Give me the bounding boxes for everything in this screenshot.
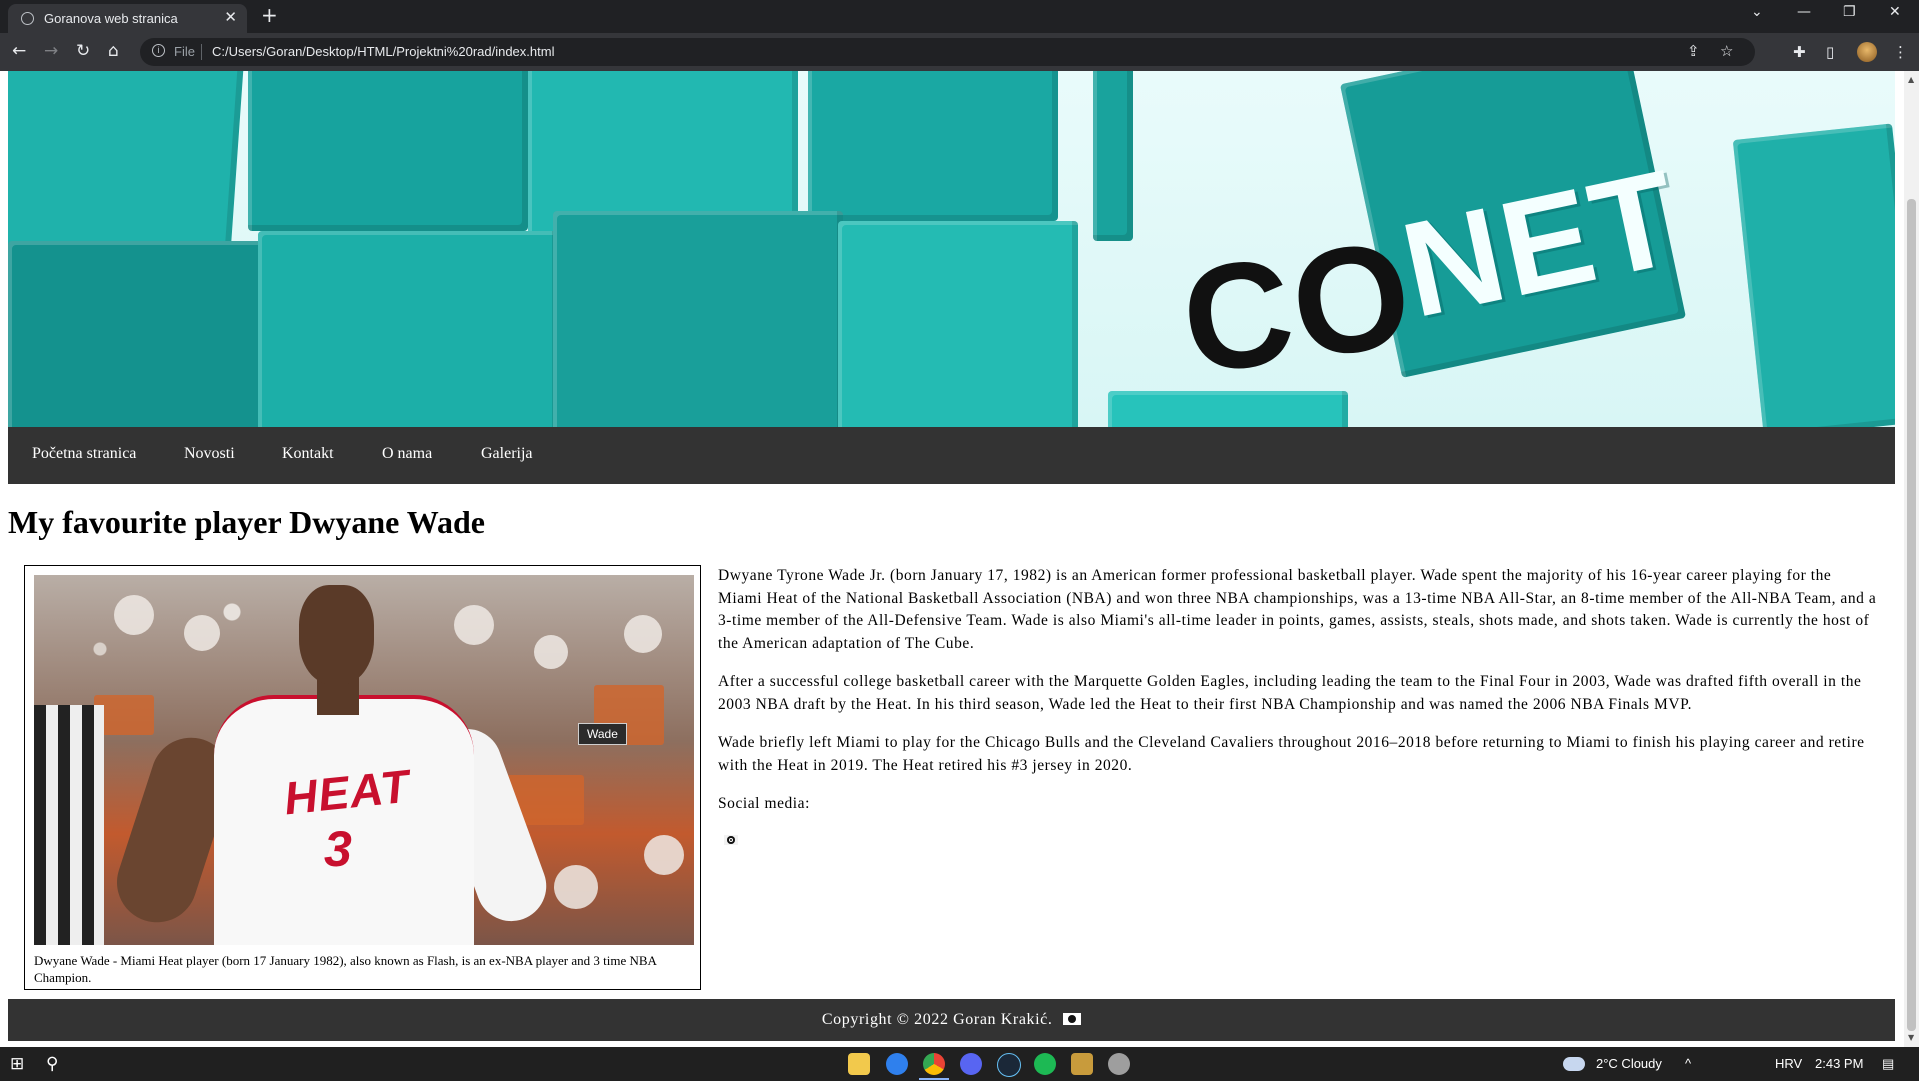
page-viewport: CO NET Početna stranica Novosti Kontakt … — [0, 71, 1904, 1047]
banner-cube — [553, 211, 843, 427]
banner-cube — [8, 71, 246, 251]
browser-tab-strip: Goranova web stranica ✕ + ⌄ — ❐ ✕ — [0, 0, 1919, 33]
tab-close-icon[interactable]: ✕ — [224, 8, 237, 26]
jersey-number: 3 — [324, 821, 352, 877]
reload-button[interactable]: ↻ — [76, 41, 90, 61]
crowd-spectator — [114, 595, 154, 635]
clock-time[interactable]: 2:43 PM — [1815, 1055, 1863, 1073]
home-button[interactable]: ⌂ — [108, 41, 119, 61]
main-navigation: Početna stranica Novosti Kontakt O nama … — [8, 427, 1895, 484]
crowd-spectator — [454, 605, 494, 645]
nav-link-about[interactable]: O nama — [382, 445, 432, 463]
banner-cube — [808, 71, 1058, 221]
chrome-icon[interactable] — [923, 1053, 945, 1075]
forward-button[interactable]: → — [44, 41, 58, 61]
start-button-icon[interactable]: ⊞ — [10, 1055, 24, 1073]
banner-cube — [838, 221, 1078, 427]
share-icon[interactable]: ⇪ — [1687, 43, 1700, 61]
player-photo[interactable]: HEAT 3 Wade — [34, 575, 694, 945]
page-title: My favourite player Dwyane Wade — [8, 504, 485, 540]
language-indicator[interactable]: HRV — [1775, 1055, 1802, 1073]
windows-taskbar: ⊞ ⚲ 2°C Cloudy ^ HRV 2:43 PM ▤ — [0, 1047, 1919, 1081]
crowd-spectator — [534, 635, 568, 669]
scroll-down-arrow-icon[interactable]: ▼ — [1908, 1033, 1914, 1042]
footer-copyright: Copyright © 2022 Goran Krakić. — [821, 1011, 1053, 1028]
globe-icon — [21, 12, 34, 25]
nav-link-gallery[interactable]: Galerija — [481, 445, 533, 463]
crowd-spectator — [624, 615, 662, 653]
player-head — [299, 585, 374, 685]
side-panel-icon[interactable]: ▯ — [1826, 43, 1834, 61]
browser-toolbar: ← → ↻ ⌂ i File C:/Users/Goran/Desktop/HT… — [0, 33, 1919, 71]
edge-icon[interactable] — [886, 1053, 908, 1075]
header-banner: CO NET — [8, 71, 1895, 427]
spotify-icon[interactable] — [1034, 1053, 1056, 1075]
social-media-icon[interactable] — [724, 834, 738, 845]
nav-link-contact[interactable]: Kontakt — [282, 445, 334, 463]
nav-link-home[interactable]: Početna stranica — [32, 445, 136, 463]
scheme-label: File — [174, 44, 195, 59]
article-body: Dwyane Tyrone Wade Jr. (born January 17,… — [718, 565, 1878, 854]
steam-icon[interactable] — [997, 1053, 1021, 1077]
discord-icon[interactable] — [960, 1053, 982, 1075]
page-footer: Copyright © 2022 Goran Krakić. — [8, 999, 1895, 1041]
banner-cube — [248, 71, 528, 231]
url-text[interactable]: C:/Users/Goran/Desktop/HTML/Projektni%20… — [212, 44, 554, 59]
article-paragraph: Wade briefly left Miami to play for the … — [718, 734, 1865, 774]
search-icon[interactable]: ⚲ — [46, 1055, 58, 1073]
game-launcher-icon[interactable] — [1071, 1053, 1093, 1075]
restore-button[interactable]: ❐ — [1843, 4, 1856, 20]
file-explorer-icon[interactable] — [848, 1053, 870, 1075]
weather-cloud-icon[interactable] — [1563, 1057, 1585, 1071]
referee-figure — [34, 705, 104, 945]
footer-camera-icon — [1063, 1013, 1082, 1025]
scroll-up-arrow-icon[interactable]: ▲ — [1908, 75, 1914, 84]
article-paragraph: Dwyane Tyrone Wade Jr. (born January 17,… — [718, 567, 1877, 652]
scrollbar-thumb[interactable] — [1907, 199, 1916, 1031]
profile-avatar[interactable] — [1857, 42, 1877, 62]
notification-icon[interactable]: ▤ — [1882, 1055, 1894, 1073]
image-tooltip: Wade — [578, 723, 627, 745]
banner-cube — [258, 231, 558, 427]
close-window-button[interactable]: ✕ — [1889, 4, 1901, 20]
app-icon[interactable] — [1108, 1053, 1130, 1075]
address-bar[interactable]: i File C:/Users/Goran/Desktop/HTML/Proje… — [140, 38, 1755, 66]
site-info-icon[interactable]: i — [152, 44, 165, 57]
banner-cube — [1732, 123, 1895, 427]
banner-logo-co: CO — [1172, 207, 1423, 407]
menu-icon[interactable]: ⋮ — [1893, 43, 1908, 61]
social-media-label: Social media: — [718, 795, 810, 812]
new-tab-button[interactable]: + — [261, 3, 278, 27]
crowd-spectator — [644, 835, 684, 875]
player-figure: HEAT 3 Wade Dwyane Wade - Miami Heat pla… — [24, 565, 701, 990]
address-separator — [201, 44, 202, 60]
extensions-icon[interactable]: ✚ — [1793, 43, 1806, 61]
bookmark-star-icon[interactable]: ☆ — [1720, 43, 1733, 61]
weather-text[interactable]: 2°C Cloudy — [1596, 1055, 1662, 1073]
nav-link-news[interactable]: Novosti — [184, 445, 235, 463]
tray-chevron-icon[interactable]: ^ — [1685, 1055, 1691, 1073]
tab-title: Goranova web stranica — [44, 11, 178, 26]
minimize-button[interactable]: — — [1797, 4, 1811, 20]
article-paragraph: After a successful college basketball ca… — [718, 673, 1862, 713]
page-scrollbar[interactable]: ▲ ▼ — [1904, 71, 1919, 1047]
crowd-spectator — [554, 865, 598, 909]
figure-caption: Dwyane Wade - Miami Heat player (born 17… — [34, 953, 657, 985]
back-button[interactable]: ← — [12, 41, 26, 61]
active-app-indicator — [919, 1078, 949, 1080]
crowd-spectator — [184, 615, 220, 651]
banner-cube — [1093, 71, 1133, 241]
banner-cube — [8, 241, 268, 427]
tab-search-icon[interactable]: ⌄ — [1751, 4, 1763, 20]
browser-tab[interactable]: Goranova web stranica ✕ — [8, 4, 247, 33]
